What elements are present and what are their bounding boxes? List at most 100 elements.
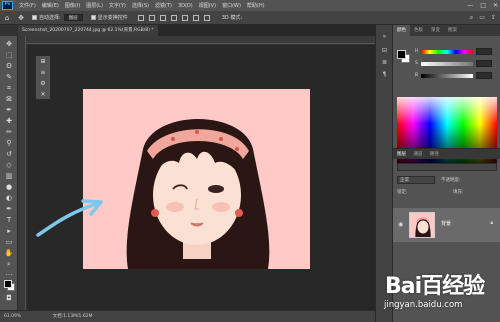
layer-thumbnail-image bbox=[415, 217, 431, 237]
tab-channels[interactable]: 通道 bbox=[413, 152, 422, 157]
workspace-icon[interactable]: ▭ bbox=[479, 14, 485, 22]
distribute-icon[interactable] bbox=[203, 14, 210, 21]
window-controls: — □ ✕ bbox=[467, 0, 498, 11]
eraser-tool-icon[interactable]: ◇ bbox=[4, 161, 14, 170]
tab-layers[interactable]: 图层 bbox=[397, 152, 406, 157]
tab-patterns[interactable]: 图案 bbox=[444, 25, 461, 36]
3d-mode-label: 3D 模式: bbox=[221, 15, 243, 21]
brush-tool-icon[interactable]: ✏ bbox=[4, 128, 14, 137]
path-select-icon[interactable]: ▸ bbox=[4, 227, 14, 236]
align-left-icon[interactable] bbox=[170, 14, 177, 21]
blend-mode-select[interactable]: 正常 bbox=[397, 176, 435, 184]
paragraph-panel-icon[interactable]: ¶ bbox=[380, 71, 389, 78]
checkbox-icon bbox=[90, 14, 96, 20]
align-bottom-icon[interactable] bbox=[159, 14, 166, 21]
tools-panel: ✥ ⬚ ʘ ✎ ⌗ ⊠ ✒ ✚ ✏ ⚲ ↺ ◇ ▥ ● ◐ ✒ T ▸ ▭ ✋ … bbox=[0, 36, 18, 310]
menu-layer[interactable]: 图层(L) bbox=[83, 2, 106, 9]
marquee-tool-icon[interactable]: ⬚ bbox=[4, 51, 14, 60]
properties-panel-icon[interactable]: ≣ bbox=[380, 59, 389, 66]
menu-filter[interactable]: 滤镜(T) bbox=[152, 2, 175, 9]
layer-name[interactable]: 背景 bbox=[441, 220, 451, 227]
tab-paths[interactable]: 路径 bbox=[430, 152, 439, 157]
pen-tool-icon[interactable]: ✒ bbox=[4, 205, 14, 214]
watermark-url: jingyan.baidu.com bbox=[384, 300, 463, 310]
menu-file[interactable]: 文件(F) bbox=[16, 2, 39, 9]
menu-select[interactable]: 选择(S) bbox=[129, 2, 152, 9]
document-canvas[interactable] bbox=[83, 89, 310, 269]
tab-gradients[interactable]: 渐变 bbox=[427, 25, 444, 36]
adjust-icon[interactable]: ⚙ bbox=[36, 78, 50, 89]
eyedropper-tool-icon[interactable]: ✒ bbox=[4, 106, 14, 115]
zoom-level[interactable]: 61.09% bbox=[4, 314, 21, 319]
quick-mask-icon[interactable]: ◘ bbox=[4, 294, 14, 303]
close-button[interactable]: ✕ bbox=[493, 2, 498, 9]
quick-select-tool-icon[interactable]: ✎ bbox=[4, 73, 14, 82]
document-info[interactable]: 文档:1.13M/1.62M bbox=[53, 314, 93, 319]
share-icon[interactable]: ⇪ bbox=[491, 14, 496, 22]
layers-panel-tabs: 图层 通道 路径 bbox=[393, 148, 500, 159]
foreground-color-swatch[interactable] bbox=[4, 280, 12, 288]
lasso-tool-icon[interactable]: ʘ bbox=[4, 62, 14, 71]
blur-tool-icon[interactable]: ● bbox=[4, 183, 14, 192]
options-bar: ⌂ ✥ 自动选择: 图层 显示变换控件 3D 模式: ⌕ ▭ ⇪ bbox=[0, 11, 500, 25]
saturation-slider[interactable]: S bbox=[415, 60, 497, 68]
layer-filter-field[interactable] bbox=[397, 163, 497, 171]
type-tool-icon[interactable]: T bbox=[4, 216, 14, 225]
hue-slider[interactable]: H bbox=[415, 48, 497, 56]
align-middle-icon[interactable] bbox=[148, 14, 155, 21]
search-icon[interactable]: ⌕ bbox=[470, 14, 473, 22]
history-panel-icon[interactable]: ⊟ bbox=[380, 47, 389, 54]
menu-image[interactable]: 图像(I) bbox=[62, 2, 83, 9]
history-brush-icon[interactable]: ↺ bbox=[4, 150, 14, 159]
clone-stamp-icon[interactable]: ⚲ bbox=[4, 139, 14, 148]
auto-select-checkbox[interactable] bbox=[32, 14, 39, 21]
menu-help[interactable]: 帮助(H) bbox=[244, 2, 268, 9]
annotation-arrow bbox=[36, 199, 103, 237]
baidu-jingyan-watermark: Bai百经验 jingyan.baidu.com bbox=[380, 268, 500, 322]
gradient-tool-icon[interactable]: ▥ bbox=[4, 172, 14, 181]
tab-color[interactable]: 颜色 bbox=[393, 25, 410, 36]
auto-select-dropdown[interactable]: 图层 bbox=[63, 14, 83, 21]
history-icon[interactable]: ⊞ bbox=[36, 56, 50, 67]
girl-illustration bbox=[126, 119, 270, 269]
healing-brush-icon[interactable]: ✚ bbox=[4, 117, 14, 126]
maximize-button[interactable]: □ bbox=[480, 2, 486, 9]
minimize-button[interactable]: — bbox=[467, 2, 473, 9]
menu-view[interactable]: 视图(V) bbox=[196, 2, 219, 9]
brush-settings-icon[interactable]: ✕ bbox=[36, 89, 50, 100]
auto-select-label: 自动选择: bbox=[39, 15, 61, 21]
hand-tool-icon[interactable]: ✋ bbox=[4, 249, 14, 258]
menu-type[interactable]: 文字(Y) bbox=[106, 2, 129, 9]
tab-swatches[interactable]: 色板 bbox=[410, 25, 427, 36]
shape-tool-icon[interactable]: ▭ bbox=[4, 238, 14, 247]
crop-tool-icon[interactable]: ⌗ bbox=[4, 84, 14, 93]
collapse-icon[interactable]: » bbox=[380, 33, 389, 40]
home-icon[interactable]: ⌂ bbox=[0, 14, 14, 22]
visibility-eye-icon[interactable]: ◉ bbox=[398, 221, 403, 228]
menu-edit[interactable]: 编辑(E) bbox=[39, 2, 62, 9]
document-tab-bar: Screenshot_20200707_220744.jpg @ 62.1%(背… bbox=[18, 25, 375, 36]
opacity-label: 不透明度: bbox=[441, 178, 461, 183]
align-right-icon[interactable] bbox=[192, 14, 199, 21]
more-tools-icon[interactable]: … bbox=[4, 269, 14, 278]
frame-tool-icon[interactable]: ⊠ bbox=[4, 95, 14, 104]
options-right: ⌕ ▭ ⇪ bbox=[470, 14, 496, 22]
lock-icon[interactable]: 🔒︎ bbox=[490, 220, 493, 226]
show-transform-checkbox[interactable] bbox=[90, 14, 98, 21]
align-center-icon[interactable] bbox=[181, 14, 188, 21]
move-tool-preset-icon[interactable]: ✥ bbox=[14, 14, 28, 22]
color-foreground-swatch[interactable] bbox=[397, 50, 406, 59]
watermark-logo: Bai百经验 bbox=[385, 274, 485, 299]
properties-icon[interactable]: ≡ bbox=[36, 67, 50, 78]
brightness-slider[interactable]: B bbox=[415, 72, 497, 80]
layer-row[interactable]: ◉ 背景 🔒︎ bbox=[393, 208, 500, 242]
document-tab[interactable]: Screenshot_20200707_220744.jpg @ 62.1%(背… bbox=[18, 25, 158, 36]
fill-label: 填充: bbox=[453, 190, 464, 195]
menu-window[interactable]: 窗口(W) bbox=[219, 2, 244, 9]
menu-3d[interactable]: 3D(D) bbox=[175, 3, 196, 9]
align-top-icon[interactable] bbox=[137, 14, 144, 21]
lock-label: 锁定: bbox=[397, 190, 408, 195]
move-tool-icon[interactable]: ✥ bbox=[4, 40, 14, 49]
dodge-tool-icon[interactable]: ◐ bbox=[4, 194, 14, 203]
zoom-tool-icon[interactable]: ⌕ bbox=[4, 260, 14, 269]
